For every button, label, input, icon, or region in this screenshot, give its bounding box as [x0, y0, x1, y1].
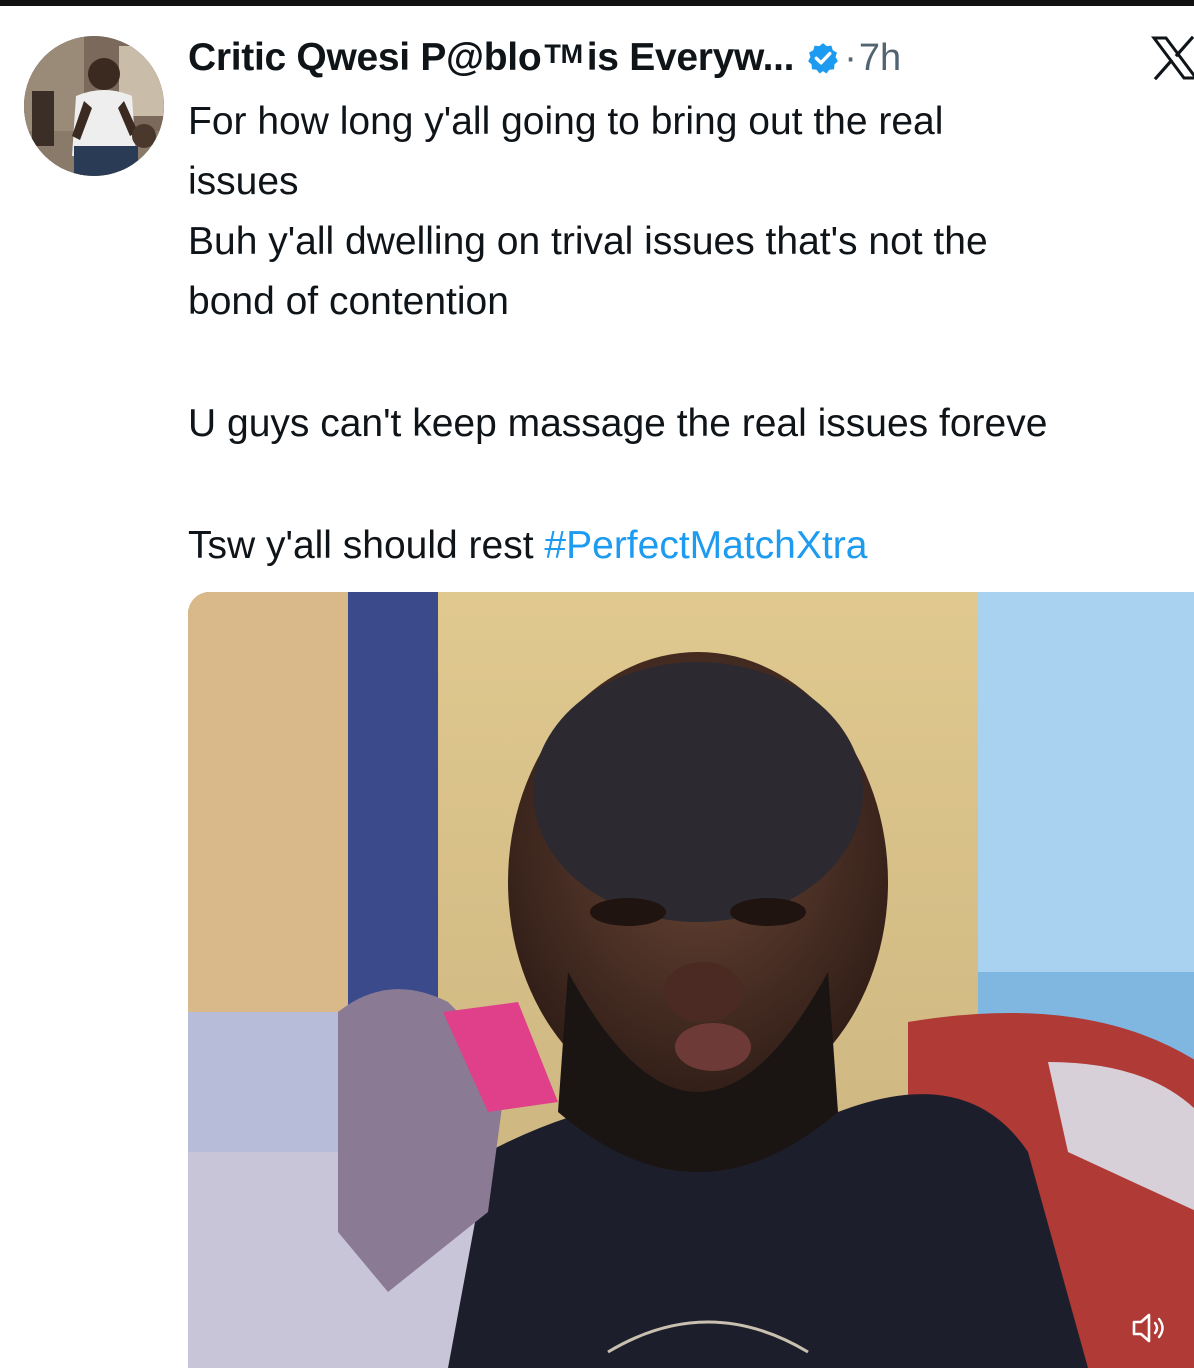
tweet-timestamp[interactable]: 7h [859, 37, 901, 80]
x-logo-icon[interactable] [1150, 35, 1194, 81]
tweet-video[interactable] [188, 592, 1194, 1368]
trademark-mark: TM [544, 39, 583, 69]
tweet-text-last-line: Tsw y'all should rest #PerfectMatchXtra [188, 516, 1194, 576]
volume-icon[interactable] [1128, 1310, 1168, 1346]
tweet-text-line: Buh y'all dwelling on trival issues that… [188, 220, 988, 263]
tweet-body: For how long y'all going to bring out th… [188, 92, 1194, 576]
header-separator: · [844, 36, 857, 79]
hashtag-link[interactable]: #PerfectMatchXtra [544, 524, 867, 567]
tweet-text-line: U guys can't keep massage the real issue… [188, 402, 1048, 445]
verified-badge-icon [806, 41, 840, 75]
author-display-name[interactable]: Critic Qwesi P@blo TM is Everyw... [188, 36, 794, 80]
top-edge-bar [0, 0, 1194, 6]
author-name-suffix: is Everyw... [586, 36, 795, 79]
tweet-header: Critic Qwesi P@blo TM is Everyw... · 7h [188, 32, 901, 84]
tweet-text-line: issues [188, 160, 299, 203]
author-avatar[interactable] [24, 36, 164, 176]
tweet-text-line: Tsw y'all should rest [188, 524, 534, 567]
tweet-text-line: bond of contention [188, 280, 509, 323]
tweet-screenshot: Critic Qwesi P@blo TM is Everyw... · 7h Fo… [0, 0, 1194, 1368]
tweet-text-line: For how long y'all going to bring out th… [188, 100, 944, 143]
